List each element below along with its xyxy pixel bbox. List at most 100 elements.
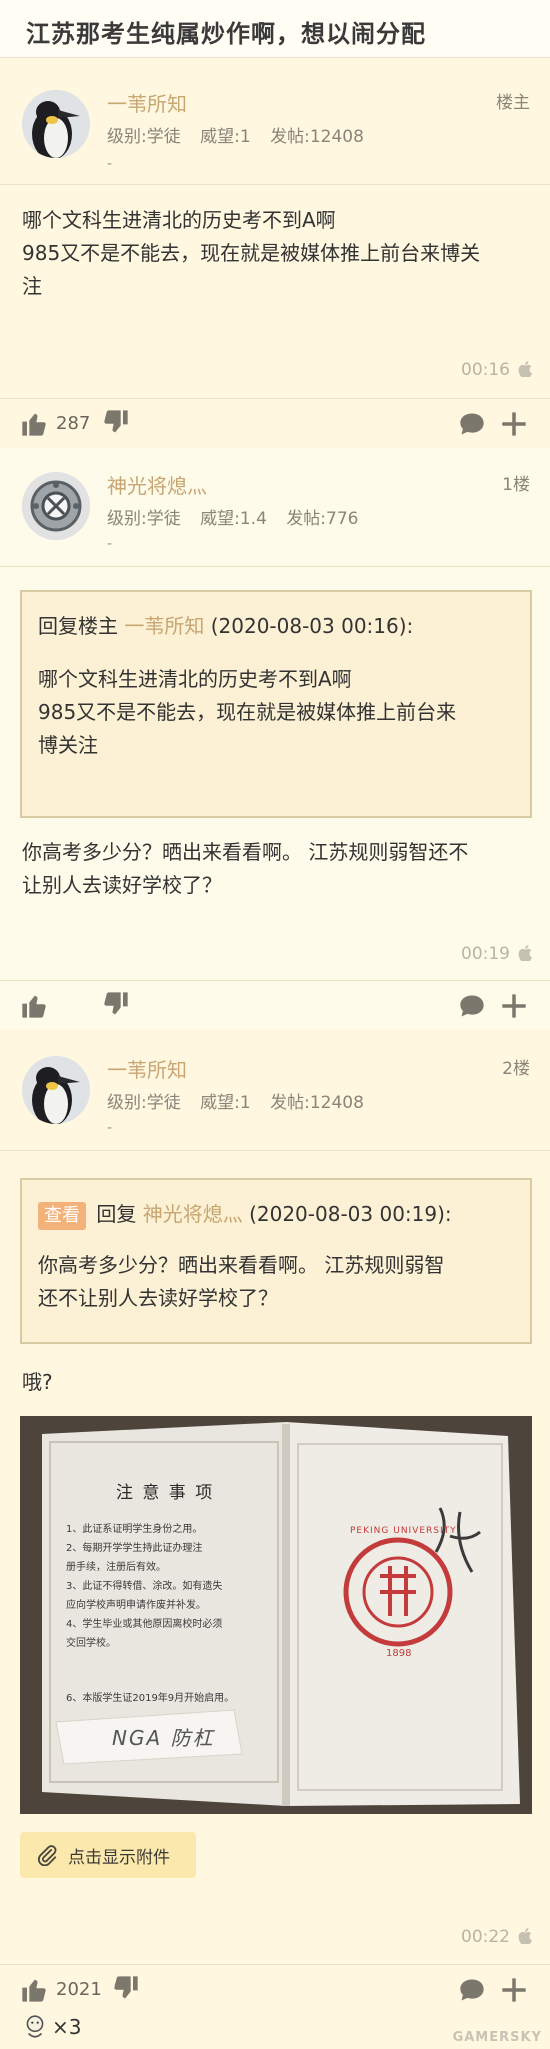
thumbs-up-icon[interactable] — [20, 992, 48, 1020]
thread-title: 江苏那考生纯属炒作啊，想以闹分配 — [26, 20, 426, 48]
quote-line: 985又不是不能去，现在就是被媒体推上前台来 — [38, 700, 457, 724]
plus-icon[interactable] — [500, 1976, 528, 2004]
action-bar: 2021 — [0, 1964, 550, 2014]
content-line: 哦? — [22, 1370, 53, 1394]
quote-user-link[interactable]: 一苇所知 — [124, 614, 204, 638]
floor-label: 楼主 — [496, 93, 530, 113]
post-time: 00:16 — [461, 360, 510, 380]
quote-header: 回复楼主 一苇所知 (2020-08-03 00:16): — [38, 610, 514, 643]
id-rule-line: 册手续，注册后有效。 — [66, 1562, 166, 1573]
university-seal-year: 1898 — [386, 1648, 412, 1659]
author-name[interactable]: 一苇所知 — [107, 88, 187, 117]
comment-icon[interactable] — [458, 1976, 486, 2004]
user-post-count: 发帖:776 — [286, 509, 359, 529]
quote-line: 博关注 — [38, 733, 98, 757]
divider — [0, 184, 550, 185]
reaction-count: ×3 — [52, 2015, 82, 2039]
attachment-label: 点击显示附件 — [68, 1847, 170, 1868]
author-meta: 级别:学徒 威望:1 发帖:12408 — [107, 122, 378, 147]
diving-helmet-avatar-icon — [22, 472, 90, 540]
user-level: 级别:学徒 — [107, 1093, 181, 1113]
title-bar: 江苏那考生纯属炒作啊，想以闹分配 — [0, 0, 550, 58]
content-line: 注 — [22, 274, 42, 298]
like-count: 2021 — [56, 1979, 102, 2000]
quote-line: 还不让别人去读好学校了？ — [38, 1286, 278, 1310]
penguin-avatar-icon — [22, 90, 90, 158]
plus-icon[interactable] — [500, 410, 528, 438]
id-rule-line: 6、本版学生证2019年9月开始启用。 — [66, 1693, 235, 1704]
thumbs-down-icon[interactable] — [112, 1974, 140, 2002]
avatar[interactable] — [22, 472, 90, 540]
post-floor-2: 一苇所知 级别:学徒 威望:1 发帖:12408 - 2楼 查看 回复 神光将熄… — [0, 1030, 550, 2049]
user-level: 级别:学徒 — [107, 127, 181, 147]
quote-prefix: 回复 — [90, 1202, 143, 1226]
comment-icon[interactable] — [458, 410, 486, 438]
thumbs-down-icon[interactable] — [102, 408, 130, 436]
like-count: 287 — [56, 413, 91, 434]
floor-label: 2楼 — [502, 1059, 530, 1079]
thumbs-up-icon[interactable] — [20, 1976, 48, 2004]
quote-prefix: 回复楼主 — [38, 614, 125, 638]
quote-time: (2020-08-03 00:16): — [204, 614, 414, 638]
id-rule-line: 应向学校声明申请作废并补发。 — [66, 1600, 206, 1611]
show-attachment-button[interactable]: 点击显示附件 — [20, 1832, 196, 1878]
user-post-count: 发帖:12408 — [270, 127, 364, 147]
quote-user-link[interactable]: 神光将熄灬 — [143, 1202, 243, 1226]
thumbs-up-icon[interactable] — [20, 410, 48, 438]
content-line: 你高考多少分？晒出来看看啊。 江苏规则弱智还不 — [22, 840, 469, 864]
action-bar: 287 — [0, 398, 550, 448]
quote-block: 回复楼主 一苇所知 (2020-08-03 00:16): 哪个文科生进清北的历… — [20, 590, 532, 818]
post-time: 00:19 — [461, 944, 510, 964]
post-content: 你高考多少分？晒出来看看啊。 江苏规则弱智还不 让别人去读好学校了？ — [22, 836, 468, 902]
quote-block: 查看 回复 神光将熄灬 (2020-08-03 00:19): 你高考多少分？晒… — [20, 1178, 532, 1344]
content-line: 985又不是不能去，现在就是被媒体推上前台来博关 — [22, 241, 481, 265]
quote-header: 查看 回复 神光将熄灬 (2020-08-03 00:19): — [38, 1198, 514, 1231]
post-floor-1: 神光将熄灬 级别:学徒 威望:1.4 发帖:776 - 1楼 回复楼主 一苇所知… — [0, 448, 550, 1030]
attached-photo[interactable]: 注 意 事 项 1、此证系证明学生身份之用。 2、每期开学学生持此证办理注 册手… — [20, 1416, 532, 1814]
action-bar — [0, 980, 550, 1030]
post-op: 一苇所知 级别:学徒 威望:1 发帖:12408 - 楼主 哪个文科生进清北的历… — [0, 58, 550, 448]
signature-dash: - — [107, 156, 113, 172]
thumbs-down-icon[interactable] — [102, 990, 130, 1018]
user-level: 级别:学徒 — [107, 509, 181, 529]
id-rule-line: 2、每期开学学生持此证办理注 — [66, 1543, 203, 1554]
post-content: 哪个文科生进清北的历史考不到A啊 985又不是不能去，现在就是被媒体推上前台来博… — [22, 204, 480, 303]
id-rules-text: 1、此证系证明学生身份之用。 2、每期开学学生持此证办理注 册手续，注册后有效。… — [66, 1520, 234, 1708]
id-rule-line: 3、此证不得转借、涂改。如有遗失 — [66, 1581, 223, 1592]
divider — [0, 1150, 550, 1151]
author-meta: 级别:学徒 威望:1.4 发帖:776 — [107, 504, 373, 529]
quote-line: 哪个文科生进清北的历史考不到A啊 — [38, 667, 352, 691]
content-line: 哪个文科生进清北的历史考不到A啊 — [22, 208, 336, 232]
author-name[interactable]: 神光将熄灬 — [107, 470, 207, 499]
user-post-count: 发帖:12408 — [270, 1093, 364, 1113]
comment-icon[interactable] — [458, 992, 486, 1020]
apple-device-icon — [518, 361, 532, 377]
apple-device-icon — [518, 945, 532, 961]
signature-dash: - — [107, 536, 113, 552]
post-time: 00:22 — [461, 1927, 510, 1947]
handwritten-note: NGA 防杠 — [112, 1726, 215, 1750]
user-prestige: 威望:1 — [200, 127, 251, 147]
user-prestige: 威望:1 — [200, 1093, 251, 1113]
view-quote-button[interactable]: 查看 — [38, 1202, 86, 1230]
author-meta: 级别:学徒 威望:1 发帖:12408 — [107, 1088, 378, 1113]
quote-line: 你高考多少分？晒出来看看啊。 江苏规则弱智 — [38, 1253, 445, 1277]
avatar[interactable] — [22, 1056, 90, 1124]
id-rules-title: 注 意 事 项 — [116, 1483, 215, 1503]
penguin-avatar-icon — [22, 1056, 90, 1124]
university-seal-text: PEKING UNIVERSITY — [350, 1526, 457, 1536]
signature-dash: - — [107, 1120, 113, 1136]
post-content: 哦? — [22, 1366, 53, 1399]
paperclip-icon — [37, 1845, 57, 1866]
floor-label: 1楼 — [502, 475, 530, 495]
plus-icon[interactable] — [500, 992, 528, 1020]
id-rule-line: 1、此证系证明学生身份之用。 — [66, 1524, 203, 1535]
id-rule-line: 4、学生毕业或其他原因离校时必须 — [66, 1619, 223, 1630]
avatar[interactable] — [22, 90, 90, 158]
author-name[interactable]: 一苇所知 — [107, 1054, 187, 1083]
quote-time: (2020-08-03 00:19): — [242, 1202, 452, 1226]
id-rule-line: 交回学校。 — [66, 1638, 116, 1649]
site-watermark: GAMERSKY — [452, 2030, 542, 2045]
reaction-emoji-icon[interactable] — [22, 2014, 48, 2040]
apple-device-icon — [518, 1928, 532, 1944]
